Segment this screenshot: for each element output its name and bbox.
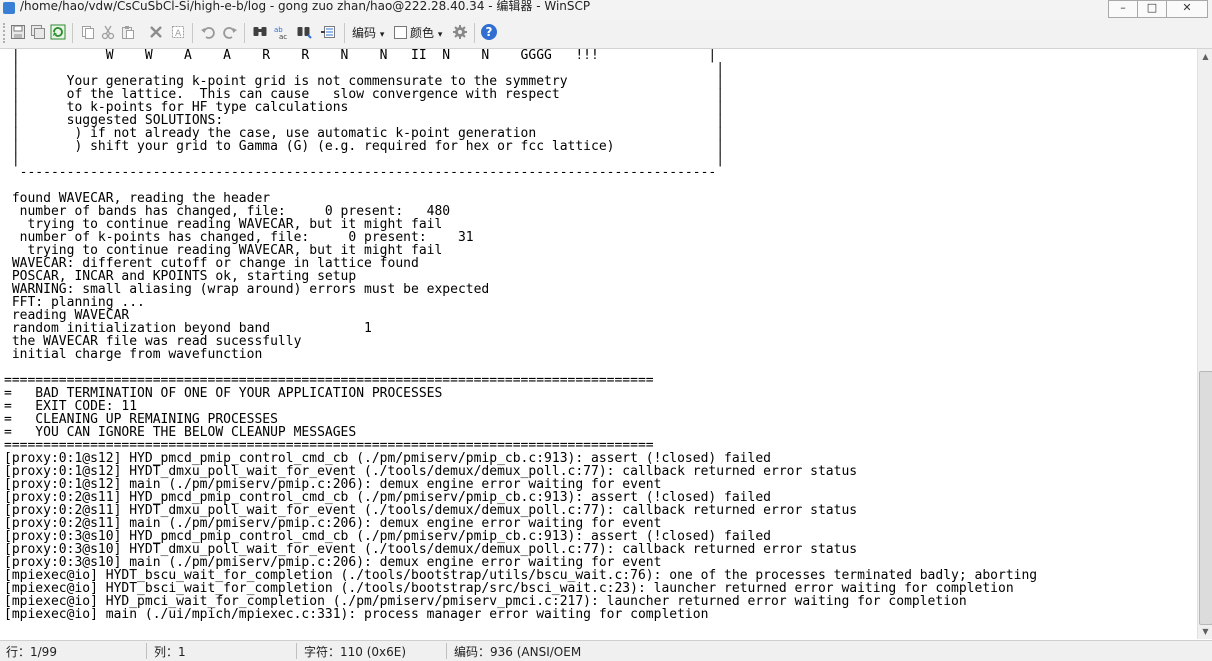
- winscp-app-icon: [3, 2, 15, 14]
- editor-line[interactable]: [mpiexec@io] main (./ui/mpich/mpiexec.c:…: [4, 607, 708, 622]
- goto-line-icon[interactable]: [320, 24, 336, 40]
- select-all-icon[interactable]: A: [170, 24, 186, 40]
- status-bar: 行：1/99 列：1 字符：110 (0x6E) 编码：936 (ANSI/OE…: [0, 640, 1212, 661]
- chevron-down-icon: ▾: [437, 30, 443, 40]
- svg-text:A: A: [175, 29, 182, 39]
- status-encoding: 编码：936 (ANSI/OEM: [454, 645, 582, 659]
- toolbar-separator: [244, 23, 245, 43]
- reload-icon[interactable]: [50, 24, 66, 40]
- help-icon[interactable]: ?: [481, 24, 497, 40]
- color-checkbox[interactable]: [394, 26, 407, 39]
- status-char: 字符：110 (0x6E): [304, 645, 407, 659]
- status-separator: [296, 643, 297, 659]
- status-line: 行：1/99: [6, 645, 57, 659]
- cut-icon[interactable]: [100, 24, 116, 40]
- maximize-button[interactable]: □: [1137, 0, 1167, 18]
- toolbar-grip[interactable]: [3, 23, 8, 43]
- scroll-thumb[interactable]: [1199, 371, 1212, 625]
- replace-icon[interactable]: ab ac: [274, 24, 290, 40]
- gear-icon[interactable]: [452, 24, 468, 40]
- find-next-icon[interactable]: [296, 24, 312, 40]
- minimize-button[interactable]: –: [1108, 0, 1138, 18]
- toolbar-separator: [474, 23, 475, 43]
- copy-icon[interactable]: [80, 24, 96, 40]
- save-icon[interactable]: [10, 24, 26, 40]
- color-dropdown[interactable]: 颜色 ▾: [410, 24, 442, 41]
- title-bar: /home/hao/vdw/CsCuSbCl-Si/high-e-b/log -…: [0, 0, 1212, 19]
- editor-line[interactable]: initial charge from wavefunction: [4, 347, 262, 362]
- status-separator: [146, 643, 147, 659]
- encoding-label: 编码: [352, 26, 377, 40]
- close-button[interactable]: ✕: [1166, 0, 1208, 18]
- window-title: /home/hao/vdw/CsCuSbCl-Si/high-e-b/log -…: [20, 0, 591, 13]
- status-column: 列：1: [154, 645, 186, 659]
- color-label: 颜色: [410, 26, 435, 40]
- undo-icon[interactable]: [200, 24, 216, 40]
- toolbar-separator: [72, 23, 73, 43]
- scroll-down-arrow-icon[interactable]: ▼: [1198, 624, 1212, 639]
- redo-icon[interactable]: [222, 24, 238, 40]
- delete-icon[interactable]: [148, 24, 164, 40]
- encoding-dropdown[interactable]: 编码 ▾: [352, 24, 384, 41]
- status-separator: [446, 643, 447, 659]
- chevron-down-icon: ▾: [379, 30, 385, 40]
- editor-text[interactable]: | W W A A R R N N II N N GGGG !!! | | | …: [0, 49, 1197, 621]
- editor-line[interactable]: ----------------------------------------…: [4, 165, 717, 180]
- toolbar-separator: [192, 23, 193, 43]
- svg-text:ac: ac: [279, 33, 287, 40]
- scroll-up-arrow-icon[interactable]: ▲: [1198, 49, 1212, 64]
- vertical-scrollbar[interactable]: ▲ ▼: [1197, 49, 1212, 639]
- text-editor[interactable]: | W W A A R R N N II N N GGGG !!! | | | …: [0, 49, 1197, 639]
- save-all-icon[interactable]: [30, 24, 46, 40]
- toolbar-separator: [344, 23, 345, 43]
- paste-icon[interactable]: [120, 24, 136, 40]
- window-controls: – □ ✕: [1108, 0, 1208, 18]
- find-icon[interactable]: [252, 24, 268, 40]
- editor-toolbar: A ab ac 编码 ▾ 颜色 ▾ ?: [0, 18, 1212, 49]
